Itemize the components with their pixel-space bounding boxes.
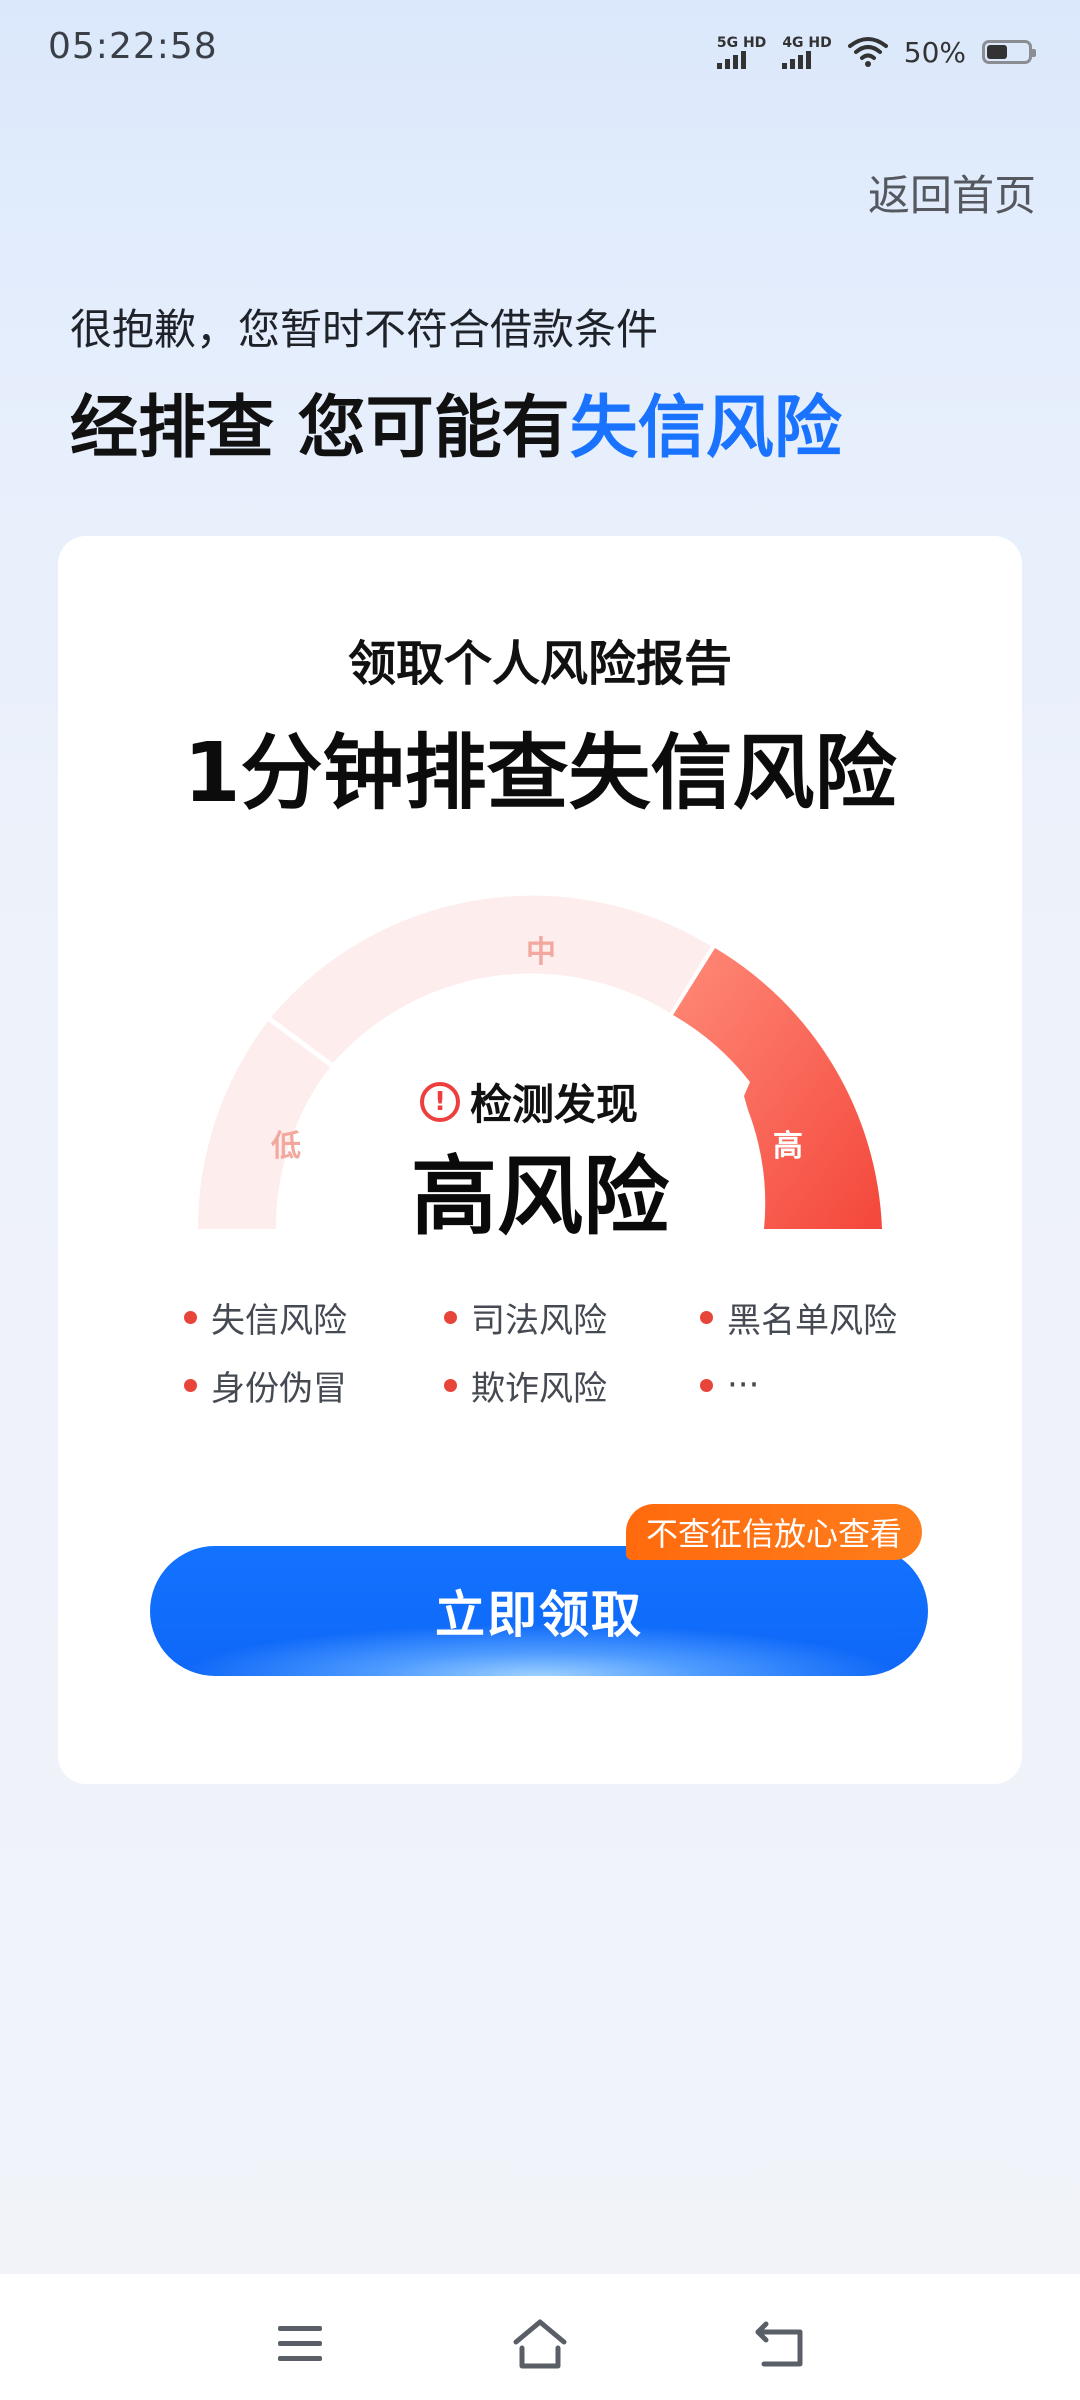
status-time: 05:22:58 <box>48 26 218 67</box>
risk-label: 黑名单风险 <box>727 1300 897 1341</box>
list-item: 司法风险 <box>444 1294 700 1341</box>
sorry-message: 很抱歉，您暂时不符合借款条件 <box>70 305 659 354</box>
wifi-icon <box>847 37 888 67</box>
bullet-dot <box>184 1310 197 1324</box>
battery-percent: 50% <box>903 35 966 69</box>
headline-highlight: 失信风险 <box>569 389 842 468</box>
battery-level <box>987 45 1007 59</box>
sim2-label: 4G HD <box>782 35 832 51</box>
back-icon[interactable] <box>750 2314 810 2374</box>
claim-now-button[interactable]: 立即领取 <box>150 1546 928 1676</box>
risk-label: 失信风险 <box>211 1300 347 1341</box>
warning-circle-icon: ! <box>420 1081 460 1122</box>
headline-text: 经排查 您可能有 <box>70 389 570 468</box>
risk-label: 司法风险 <box>471 1300 607 1341</box>
gauge-label-mid: 中 <box>526 935 556 970</box>
list-item: 欺诈风险 <box>444 1362 700 1409</box>
risk-label: 欺诈风险 <box>471 1368 607 1409</box>
sim1-label: 5G HD <box>716 35 767 51</box>
list-item: 身份伪冒 <box>184 1362 444 1409</box>
back-home-link[interactable]: 返回首页 <box>868 162 1036 223</box>
bullet-dot <box>444 1378 457 1392</box>
signal-5g-icon: 5G HD <box>716 35 767 69</box>
bullet-dot <box>184 1378 197 1392</box>
risk-label: ··· <box>727 1365 760 1405</box>
bullet-dot <box>700 1378 713 1392</box>
bullet-dot <box>700 1310 713 1324</box>
risk-report-card: 领取个人风险报告 1分钟排查失信风险 低 中 高 ! 检测发现 高风险 失信风险… <box>58 536 1022 1784</box>
detect-label: 检测发现 <box>470 1080 639 1129</box>
gauge-segment-mid <box>271 895 711 1063</box>
card-subtitle: 领取个人风险报告 <box>347 636 732 692</box>
risk-result: 高风险 <box>411 1147 669 1247</box>
risk-label: 身份伪冒 <box>211 1368 347 1409</box>
system-nav-bar <box>0 2274 1080 2400</box>
detect-row: ! 检测发现 <box>420 1071 638 1132</box>
no-credit-check-badge: 不查征信放心查看 <box>626 1504 923 1560</box>
list-item: 黑名单风险 <box>700 1294 960 1341</box>
menu-icon[interactable] <box>270 2314 330 2374</box>
page-headline: 经排查 您可能有失信风险 <box>70 372 842 471</box>
battery-icon <box>982 40 1036 64</box>
list-item: 失信风险 <box>184 1294 444 1341</box>
home-icon[interactable] <box>510 2314 570 2374</box>
bullet-dot <box>444 1310 457 1324</box>
signal-4g-icon: 4G HD <box>782 35 832 69</box>
card-title: 1分钟排查失信风险 <box>183 726 897 821</box>
status-bar: 05:22:58 5G HD 4G HD 50% <box>0 0 1080 100</box>
list-item: ··· <box>700 1362 960 1408</box>
status-icons: 5G HD 4G HD 50% <box>716 30 1036 74</box>
risk-list: 失信风险 司法风险 黑名单风险 身份伪冒 欺诈风险 ··· <box>184 1294 984 1409</box>
